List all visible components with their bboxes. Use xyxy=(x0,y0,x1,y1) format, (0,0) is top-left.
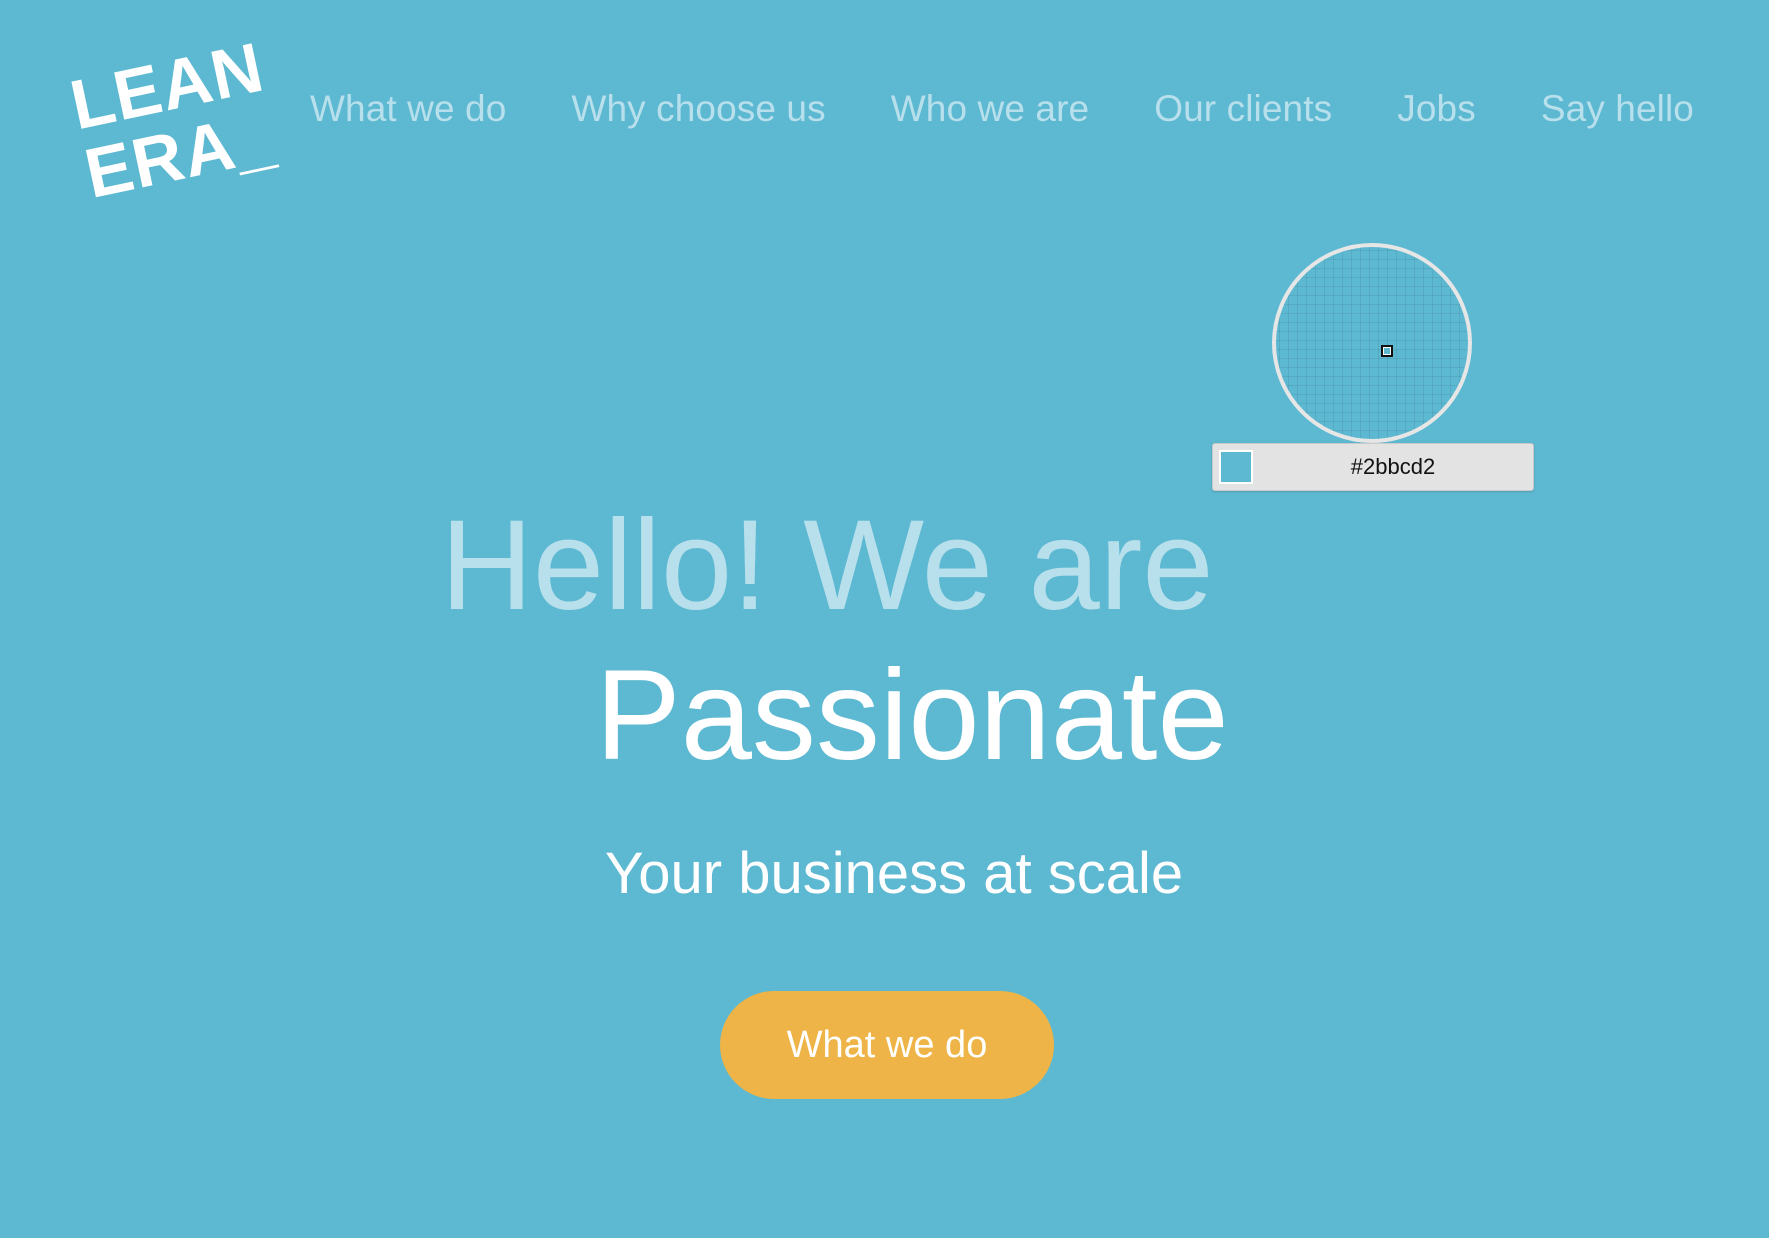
nav-item-what-we-do[interactable]: What we do xyxy=(310,88,506,130)
hero-subtitle: Your business at scale xyxy=(604,841,1184,906)
what-we-do-button[interactable]: What we do xyxy=(720,991,1054,1099)
nav-item-say-hello[interactable]: Say hello xyxy=(1541,88,1694,130)
color-picker-overlay: #2bbcd2 xyxy=(1212,243,1534,491)
main-nav: What we do Why choose us Who we are Our … xyxy=(310,88,1694,130)
loupe-crosshair xyxy=(1381,345,1393,357)
hero-heading-word: Passionate xyxy=(595,644,1229,787)
nav-item-our-clients[interactable]: Our clients xyxy=(1154,88,1332,130)
nav-item-who-we-are[interactable]: Who we are xyxy=(891,88,1089,130)
hero-heading-intro: Hello! We are xyxy=(440,494,1214,637)
hex-value: #2bbcd2 xyxy=(1350,454,1436,479)
color-swatch xyxy=(1219,450,1253,484)
color-readout: #2bbcd2 xyxy=(1212,443,1534,491)
nav-item-jobs[interactable]: Jobs xyxy=(1397,88,1476,130)
nav-item-why-choose-us[interactable]: Why choose us xyxy=(571,88,825,130)
brand-logo[interactable]: LEAN ERA_ xyxy=(70,30,290,200)
lean-era-logo: LEAN ERA_ xyxy=(70,30,281,200)
magnifier-loupe xyxy=(1272,243,1472,443)
